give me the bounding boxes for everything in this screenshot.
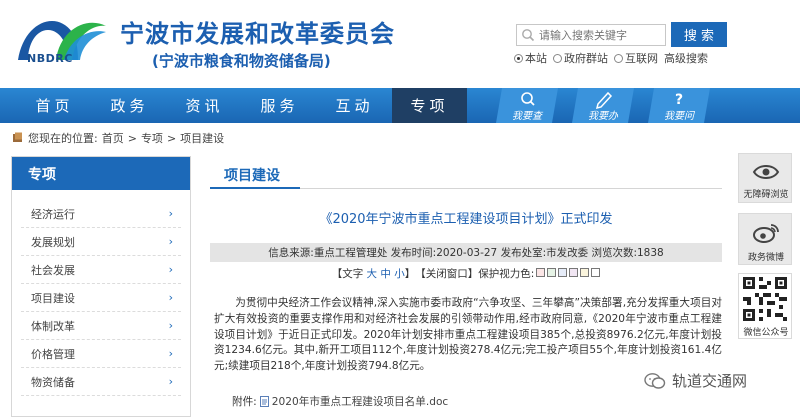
watermark: 轨道交通网: [644, 370, 747, 391]
sidebar-item-reform[interactable]: 体制改革 ›: [21, 312, 181, 340]
radio-icon: [553, 54, 562, 63]
color-swatch-5[interactable]: [580, 267, 590, 277]
breadcrumb-current[interactable]: 项目建设: [180, 130, 224, 146]
section-title: 项目建设: [224, 168, 280, 184]
org-subtitle: (宁波市粮食和物资储备局): [152, 52, 331, 70]
doc-file-icon: [259, 396, 269, 407]
attachment-file-link[interactable]: 2020年市重点工程建设项目名单.doc: [272, 394, 448, 409]
wechat-chat-icon: [644, 372, 666, 389]
scope-option-gov-sites[interactable]: 政府群站: [553, 50, 608, 66]
nbdrc-logo-icon[interactable]: [10, 8, 110, 80]
chevron-right-icon: ›: [168, 207, 173, 220]
quick-query-label: 我要查: [512, 111, 542, 122]
nav-item-home[interactable]: 首页: [17, 88, 92, 123]
logo-text: NBDRC: [27, 52, 73, 65]
gov-weibo-label: 政务微博: [747, 253, 784, 263]
search-input[interactable]: [516, 24, 666, 46]
qr-code-icon: [743, 277, 787, 321]
article-body: 为贯彻中央经济工作会议精神,深入实施市委市政府“六争攻坚、三年攀高”决策部署,充…: [214, 297, 722, 373]
eye-icon: [752, 165, 780, 179]
quick-ask-button[interactable]: ? 我要问: [648, 88, 710, 123]
breadcrumb-separator: >: [127, 131, 137, 145]
sidebar-title: 专项: [12, 157, 190, 190]
accessible-browse-widget[interactable]: 无障碍浏览: [738, 153, 792, 203]
attachment: 附件: 2020年市重点工程建设项目名单.doc: [232, 394, 448, 409]
weibo-icon: [753, 224, 779, 243]
nav-item-special[interactable]: 专项: [392, 88, 467, 123]
breadcrumb: 您现在的位置: 首页 > 专项 > 项目建设: [12, 130, 224, 146]
quick-handle-button[interactable]: 我要办: [572, 88, 634, 123]
font-size-medium[interactable]: 中: [380, 266, 391, 281]
sidebar-item-reserves[interactable]: 物资储备 ›: [21, 368, 181, 396]
article-title: 《2020年宁波市重点工程建设项目计划》正式印发: [319, 212, 613, 227]
nav-item-affairs[interactable]: 政务: [92, 88, 167, 123]
eye-protect-label: 保护视力色:: [478, 268, 535, 280]
site-header: NBDRC 宁波市发展和改革委员会 (宁波市粮食和物资储备局) 搜 索 本站 政…: [0, 0, 800, 86]
section-divider-accent: [210, 187, 300, 189]
sidebar: 专项 经济运行 › 发展规划 › 社会发展 › 项目建设 › 体制改革 › 价格管理 › 物…: [11, 156, 191, 417]
quick-query-button[interactable]: 我要查: [496, 88, 558, 123]
breadcrumb-home[interactable]: 首页: [102, 130, 124, 146]
color-swatch-1[interactable]: [536, 267, 546, 277]
watermark-text: 轨道交通网: [672, 372, 748, 390]
chevron-right-icon: ›: [168, 319, 173, 332]
quick-handle-label: 我要办: [588, 111, 618, 122]
search-scope: 本站 政府群站 互联网 高级搜索: [514, 50, 708, 66]
sidebar-item-social[interactable]: 社会发展 ›: [21, 256, 181, 284]
attachment-label: 附件:: [232, 396, 257, 408]
sidebar-item-planning[interactable]: 发展规划 ›: [21, 228, 181, 256]
sidebar-item-projects[interactable]: 项目建设 ›: [21, 284, 181, 312]
chevron-right-icon: ›: [168, 291, 173, 304]
quick-ask-label: 我要问: [664, 111, 694, 122]
article-meta: 信息来源:重点工程管理处 发布时间:2020-03-27 发布处室:市发改委 浏…: [210, 243, 722, 262]
nav-item-interaction[interactable]: 互动: [317, 88, 392, 123]
color-swatch-2[interactable]: [547, 267, 557, 277]
wechat-label: 微信公众号: [743, 328, 789, 338]
sidebar-item-price[interactable]: 价格管理 ›: [21, 340, 181, 368]
nav-item-news[interactable]: 资讯: [167, 88, 242, 123]
breadcrumb-special[interactable]: 专项: [141, 130, 163, 146]
wechat-widget[interactable]: 微信公众号: [738, 273, 792, 339]
color-swatch-4[interactable]: [569, 267, 579, 277]
nav-item-services[interactable]: 服务: [242, 88, 317, 123]
close-window-link[interactable]: 【关闭窗口】: [415, 266, 478, 281]
breadcrumb-separator: >: [166, 131, 177, 145]
breadcrumb-prefix: 您现在的位置:: [28, 132, 98, 145]
color-swatch-3[interactable]: [558, 267, 568, 277]
accessible-browse-label: 无障碍浏览: [743, 190, 789, 200]
article-tools: 【文字 大 中 小 】 【关闭窗口】 保护视力色:: [210, 266, 722, 281]
location-icon: [13, 132, 22, 142]
color-swatch-6[interactable]: [591, 267, 601, 277]
search-icon: [522, 29, 535, 42]
sidebar-item-economy[interactable]: 经济运行 ›: [21, 200, 181, 228]
chevron-right-icon: ›: [168, 263, 173, 276]
advanced-search-link[interactable]: 高级搜索: [664, 50, 708, 66]
chevron-right-icon: ›: [168, 347, 173, 360]
font-size-large[interactable]: 大: [367, 266, 378, 281]
gov-weibo-widget[interactable]: 政务微博: [738, 213, 792, 265]
search-button[interactable]: 搜 索: [671, 22, 727, 47]
scope-option-site[interactable]: 本站: [514, 50, 547, 66]
svg-text:?: ?: [675, 92, 683, 108]
font-size-small[interactable]: 小: [394, 266, 405, 281]
chevron-right-icon: ›: [168, 235, 173, 248]
chevron-right-icon: ›: [168, 375, 173, 388]
scope-option-internet[interactable]: 互联网: [614, 50, 658, 66]
radio-icon: [514, 54, 523, 63]
page-root: NBDRC 宁波市发展和改革委员会 (宁波市粮食和物资储备局) 搜 索 本站 政…: [0, 0, 800, 417]
org-title[interactable]: 宁波市发展和改革委员会: [120, 14, 395, 49]
main-nav: 首页 政务 资讯 服务 互动 专项 我要查 我要办 ? 我要问: [0, 88, 800, 123]
radio-icon: [614, 54, 623, 63]
eye-protect-swatches: [534, 267, 601, 280]
